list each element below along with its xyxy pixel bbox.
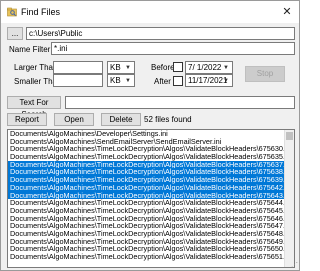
smaller-unit-select[interactable]: KB ▼ xyxy=(107,74,135,87)
name-filter-field[interactable]: *.ini xyxy=(51,42,295,55)
browse-button[interactable]: ... xyxy=(7,27,23,40)
search-text-field[interactable] xyxy=(65,96,295,109)
smaller-unit-value: KB xyxy=(110,76,121,85)
chevron-down-icon: ▼ xyxy=(125,78,131,84)
resize-grip-icon[interactable]: ⋰ xyxy=(291,261,298,269)
file-list-item[interactable]: Documents\AlgoMachines\TimeLockDecryptio… xyxy=(8,153,294,161)
before-date-picker[interactable]: 7/ 1/2022 ▼ xyxy=(185,61,233,74)
larger-than-field[interactable] xyxy=(53,61,103,74)
smaller-than-field[interactable] xyxy=(53,74,103,87)
find-files-window: Find Files ✕ ... c:\Users\Public Name Fi… xyxy=(0,0,300,271)
file-list-item[interactable]: Documents\AlgoMachines\TimeLockDecryptio… xyxy=(8,245,294,253)
file-list-item[interactable]: Documents\AlgoMachines\TimeLockDecryptio… xyxy=(8,199,294,207)
after-checkbox[interactable] xyxy=(173,76,183,86)
before-checkbox[interactable] xyxy=(173,62,183,72)
chevron-down-icon: ▼ xyxy=(223,65,229,71)
larger-unit-select[interactable]: KB ▼ xyxy=(107,61,135,74)
file-list-item[interactable]: Documents\AlgoMachines\TimeLockDecryptio… xyxy=(8,215,294,223)
stop-button[interactable]: Stop xyxy=(245,66,285,82)
name-filter-label: Name Filter xyxy=(9,45,51,54)
window-title: Find Files xyxy=(21,7,61,17)
before-date-value: 7/ 1/2022 xyxy=(188,63,222,72)
file-list-item[interactable]: Documents\AlgoMachines\TimeLockDecryptio… xyxy=(8,176,294,184)
scroll-thumb[interactable] xyxy=(286,132,293,140)
file-list-item[interactable]: Documents\AlgoMachines\SendEmailServer\S… xyxy=(8,138,294,146)
search-folder-icon xyxy=(7,7,17,17)
report-button[interactable]: Report xyxy=(7,113,47,126)
file-list-item[interactable]: Documents\AlgoMachines\TimeLockDecryptio… xyxy=(8,160,294,169)
title-bar: Find Files ✕ xyxy=(1,1,299,23)
after-date-picker[interactable]: 11/17/2021 ▼ xyxy=(185,74,233,87)
text-for-search-button[interactable]: Text For Search xyxy=(7,96,61,119)
file-rows: Documents\AlgoMachines\Developer\Setting… xyxy=(8,130,294,261)
chevron-down-icon: ▼ xyxy=(125,65,131,71)
file-list-item[interactable]: Documents\AlgoMachines\TimeLockDecryptio… xyxy=(8,230,294,238)
larger-than-label: Larger Than xyxy=(14,63,58,72)
file-list-item[interactable]: Documents\AlgoMachines\TimeLockDecryptio… xyxy=(8,168,294,177)
file-list-item[interactable]: Documents\AlgoMachines\Developer\Setting… xyxy=(8,130,294,138)
open-button[interactable]: Open xyxy=(54,113,94,126)
close-icon[interactable]: ✕ xyxy=(277,3,297,21)
chevron-down-icon: ▼ xyxy=(223,78,229,84)
file-list-item[interactable]: Documents\AlgoMachines\TimeLockDecryptio… xyxy=(8,238,294,246)
vertical-scrollbar[interactable] xyxy=(284,130,294,267)
file-list-item[interactable]: Documents\AlgoMachines\TimeLockDecryptio… xyxy=(8,253,294,261)
after-label: After xyxy=(154,77,171,86)
file-list-item[interactable]: Documents\AlgoMachines\TimeLockDecryptio… xyxy=(8,207,294,215)
file-list-item[interactable]: Documents\AlgoMachines\TimeLockDecryptio… xyxy=(8,145,294,153)
file-list-item[interactable]: Documents\AlgoMachines\TimeLockDecryptio… xyxy=(8,183,294,192)
delete-button[interactable]: Delete xyxy=(101,113,141,126)
before-label: Before xyxy=(151,63,175,72)
file-list[interactable]: Documents\AlgoMachines\Developer\Setting… xyxy=(7,129,295,268)
path-field[interactable]: c:\Users\Public xyxy=(26,27,295,40)
larger-unit-value: KB xyxy=(110,63,121,72)
files-found-status: 52 files found xyxy=(144,115,192,124)
file-list-item[interactable]: Documents\AlgoMachines\TimeLockDecryptio… xyxy=(8,222,294,230)
file-list-item[interactable]: Documents\AlgoMachines\TimeLockDecryptio… xyxy=(8,191,294,200)
